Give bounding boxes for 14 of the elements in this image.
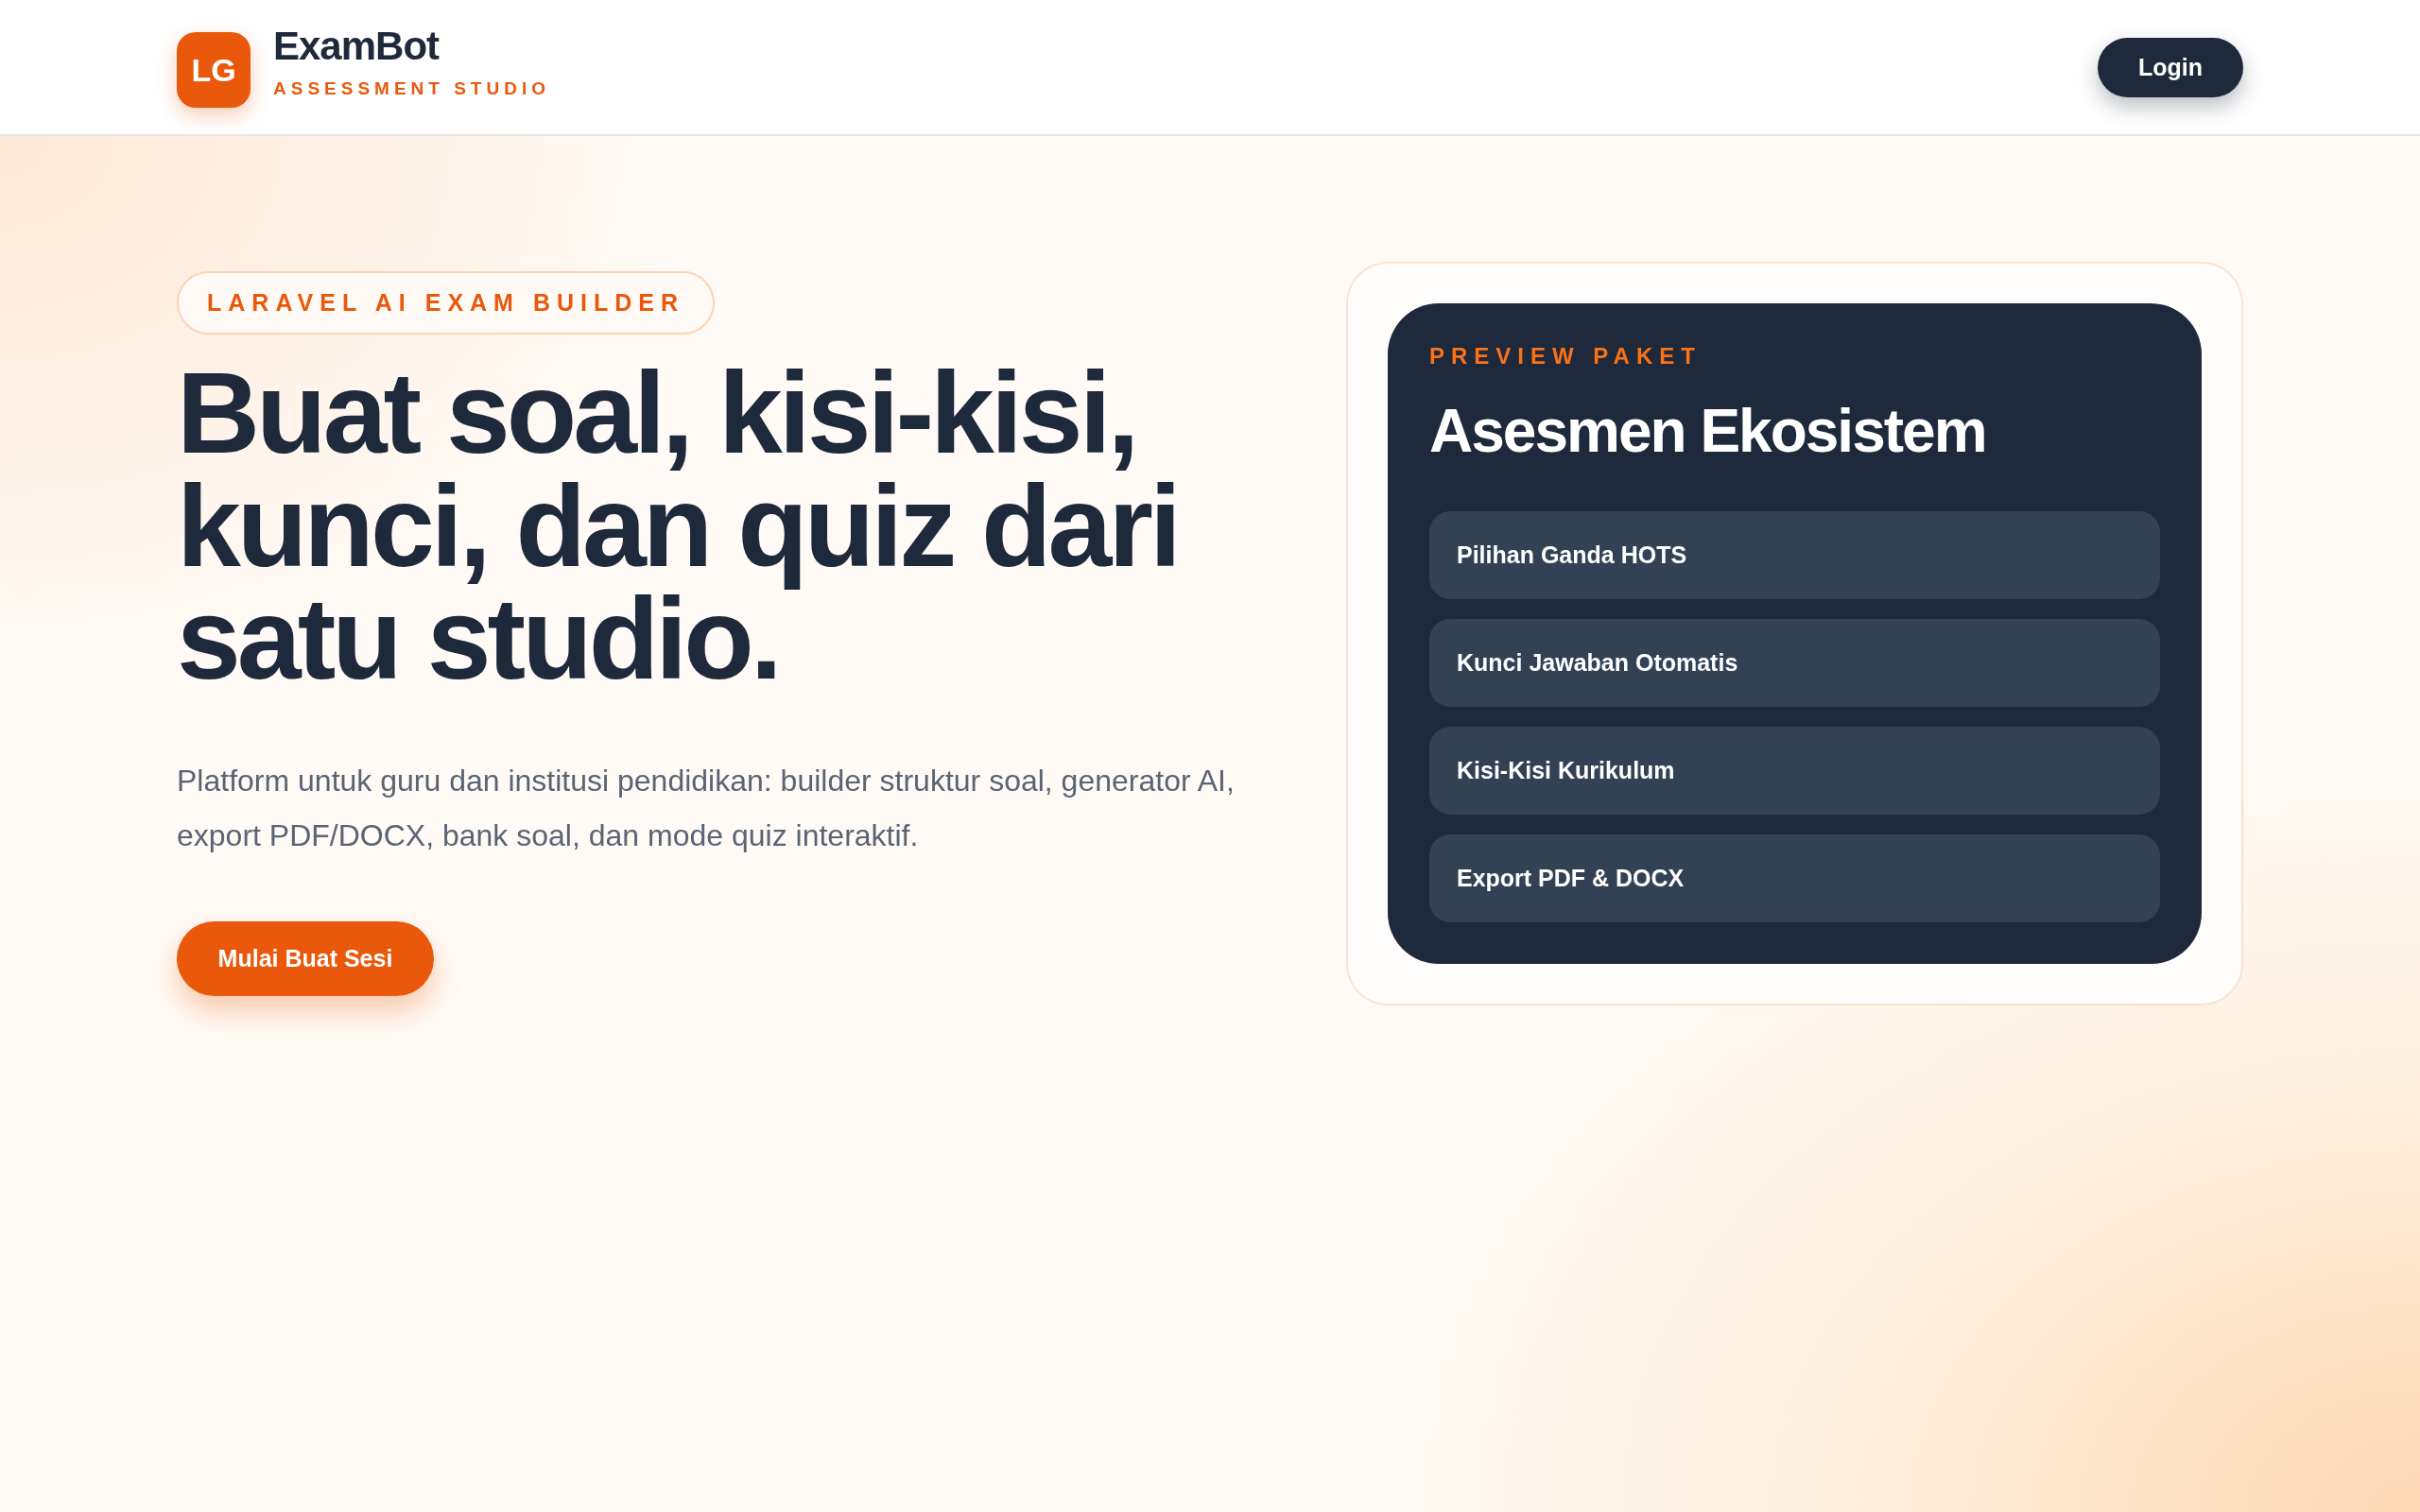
brand-tagline: ASSESSMENT STUDIO	[273, 78, 550, 99]
preview-title: Asesmen Ekosistem	[1429, 396, 1987, 466]
hero-title: Buat soal, kisi-kisi, kunci, dan quiz dari satu studio.	[177, 357, 1179, 696]
hero-badge: LARAVEL AI EXAM BUILDER	[177, 271, 715, 335]
login-button[interactable]: Login	[2098, 37, 2243, 97]
feature-item: Kunci Jawaban Otomatis	[1429, 619, 2160, 707]
feature-item: Kisi-Kisi Kurikulum	[1429, 727, 2160, 815]
logo-badge: LG	[177, 32, 251, 108]
feature-item: Pilihan Ganda HOTS	[1429, 511, 2160, 599]
brand-name: ExamBot	[273, 24, 441, 69]
feature-item: Export PDF & DOCX	[1429, 834, 2160, 922]
hero-description: Platform untuk guru dan institusi pendidikan: builder struktur soal, generator AI, export PDF/DOCX, bank soal, dan mode quiz interaktif.	[177, 762, 1236, 854]
start-session-button[interactable]: Mulai Buat Sesi	[177, 920, 434, 996]
preview-label: PREVIEW PAKET	[1429, 343, 1703, 369]
